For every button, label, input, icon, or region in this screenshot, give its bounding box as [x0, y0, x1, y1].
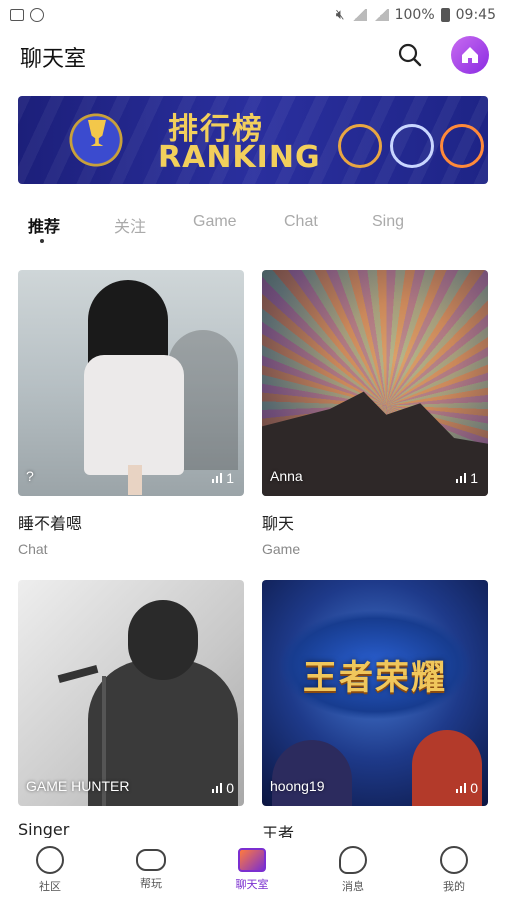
room-title: 聊天 [262, 514, 295, 533]
room-host-name: GAME HUNTER [26, 778, 130, 794]
nav-label: 聊天室 [235, 878, 269, 891]
tab-recommended[interactable]: 推荐 [28, 213, 60, 237]
listener-count: 0 [456, 780, 478, 796]
rank-frame-bronze [440, 124, 484, 168]
room-category: Game [262, 541, 301, 557]
status-left [10, 8, 44, 22]
gamepad-icon [136, 849, 166, 871]
tab-game[interactable]: Game [193, 213, 237, 231]
nav-play-together[interactable]: 帮玩 [121, 846, 181, 891]
mute-icon: 🔇︎ [335, 7, 345, 23]
message-icon [339, 846, 367, 874]
ranking-banner[interactable]: 排行榜 RANKING [18, 96, 488, 184]
room-title: 睡不着嗯 [18, 514, 83, 533]
tab-following[interactable]: 关注 [114, 213, 146, 237]
wifi-icon [350, 9, 367, 21]
room-thumbnail: 王者荣耀 hoong19 0 [262, 580, 488, 806]
listener-count-value: 0 [226, 780, 234, 796]
status-right: 🔇︎ 100% 09:45 [336, 7, 496, 23]
profile-icon [440, 846, 468, 874]
status-bar: 🔇︎ 100% 09:45 [0, 0, 506, 30]
banner-title-en: RANKING [158, 140, 321, 175]
listener-count-value: 1 [226, 470, 234, 486]
listener-count-value: 0 [470, 780, 478, 796]
room-host-name: hoong19 [270, 778, 325, 794]
app-notification-icon [30, 8, 44, 22]
compass-icon [36, 846, 64, 874]
chatroom-tv-icon [238, 848, 266, 872]
room-thumbnail: ? 1 [18, 270, 244, 496]
home-icon [462, 47, 478, 63]
search-icon [398, 43, 422, 67]
audio-bars-icon [456, 783, 467, 793]
clock: 09:45 [455, 7, 496, 23]
nav-label: 帮玩 [140, 877, 162, 890]
rank-frame-silver [390, 124, 434, 168]
audio-bars-icon [456, 473, 467, 483]
room-thumbnail: Anna 1 [262, 270, 488, 496]
listener-count: 1 [456, 470, 478, 486]
app-header: 聊天室 [0, 30, 506, 80]
tab-chat[interactable]: Chat [284, 213, 318, 231]
listener-count: 1 [212, 470, 234, 486]
listener-count: 0 [212, 780, 234, 796]
room-title: Singer [18, 820, 70, 839]
room-host-name: ? [26, 468, 34, 484]
gallery-notification-icon [10, 9, 24, 21]
page-title: 聊天室 [20, 47, 87, 72]
nav-label: 消息 [342, 880, 364, 893]
home-button[interactable] [451, 36, 489, 74]
audio-bars-icon [212, 473, 223, 483]
audio-bars-icon [212, 783, 223, 793]
rank-frame-gold [338, 124, 382, 168]
room-thumbnail: GAME HUNTER 0 [18, 580, 244, 806]
category-tabs: 推荐 关注 Game Chat Sing [0, 205, 506, 245]
nav-label: 我的 [443, 880, 465, 893]
battery-icon [440, 8, 450, 22]
active-tab-indicator [40, 239, 44, 243]
nav-label: 社区 [39, 880, 61, 893]
room-host-name: Anna [270, 468, 303, 484]
bottom-nav: 社区 帮玩 聊天室 消息 我的 [0, 838, 506, 900]
nav-messages[interactable]: 消息 [323, 846, 383, 894]
tab-sing[interactable]: Sing [372, 213, 404, 231]
nav-profile[interactable]: 我的 [424, 846, 484, 894]
signal-icon [372, 9, 389, 21]
nav-chatroom[interactable]: 聊天室 [222, 846, 282, 892]
search-button[interactable] [395, 40, 425, 70]
room-category: Chat [18, 541, 48, 557]
game-logo: 王者荣耀 [303, 658, 447, 698]
listener-count-value: 1 [470, 470, 478, 486]
battery-percent: 100% [394, 7, 435, 23]
nav-community[interactable]: 社区 [20, 846, 80, 894]
